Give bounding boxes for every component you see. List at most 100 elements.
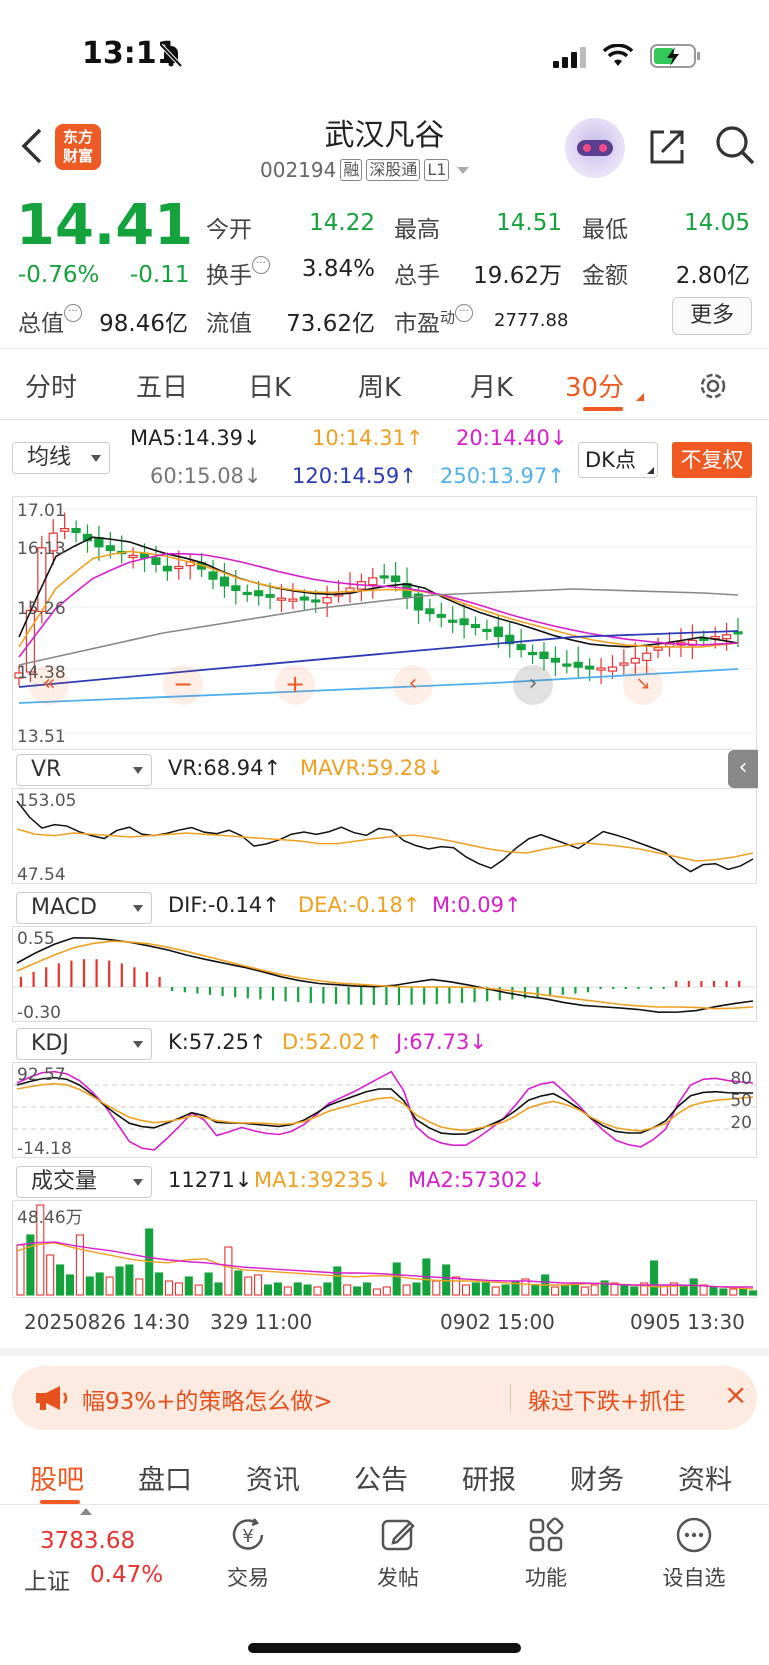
- nav-trade[interactable]: ¥ 交易: [188, 1515, 308, 1592]
- time-label: 0902 15:00: [440, 1310, 555, 1334]
- vol-ma1-value: MA1:39235↓: [254, 1168, 392, 1192]
- tab-guba[interactable]: 股吧: [30, 1458, 84, 1497]
- chevron-down-icon: [133, 1041, 143, 1048]
- tab-announcements[interactable]: 公告: [354, 1458, 408, 1497]
- info-dots-icon[interactable]: ···: [64, 304, 82, 322]
- tab-order-book[interactable]: 盘口: [138, 1458, 192, 1497]
- search-icon[interactable]: [714, 124, 756, 166]
- tab-news[interactable]: 资讯: [246, 1458, 300, 1497]
- candle-body: [436, 613, 446, 618]
- tab-profile[interactable]: 资料: [678, 1458, 732, 1497]
- divider: [510, 1384, 511, 1412]
- volume-bar: [412, 1282, 421, 1296]
- candle-body: [162, 565, 172, 572]
- divider: [0, 1504, 769, 1505]
- promo-banner[interactable]: 幅93%+的策略怎么做> 躲过下跌+抓住 ×: [12, 1366, 757, 1430]
- settings-gear-icon[interactable]: [696, 369, 730, 403]
- vr-select[interactable]: VR: [16, 754, 152, 786]
- ma-select[interactable]: 均线: [12, 442, 110, 474]
- kline-panel[interactable]: 17.01 16.13 15.26 14.38 13.51 « − + ‹ › …: [12, 496, 758, 751]
- level-tag: L1: [424, 159, 450, 181]
- volume-bar: [313, 1286, 322, 1296]
- time-label: 329 11:00: [210, 1310, 313, 1334]
- volume-bar: [560, 1284, 570, 1296]
- volume-bar: [184, 1276, 193, 1296]
- last-price: 14.41: [16, 193, 194, 258]
- kline-ylabel: 17.01: [17, 501, 66, 521]
- nav-add-watchlist[interactable]: 设自选: [634, 1515, 754, 1592]
- no-adjust-button[interactable]: 不复权: [672, 442, 752, 478]
- ma120-value: 120:14.59↑: [292, 464, 417, 488]
- index-value[interactable]: 3783.68: [40, 1528, 135, 1554]
- volume-bar: [56, 1264, 65, 1296]
- macd-select[interactable]: MACD: [16, 892, 152, 924]
- candle-body: [630, 657, 640, 664]
- volume-bar: [125, 1264, 134, 1296]
- index-name: 上证: [24, 1569, 70, 1595]
- j-line: [16, 1070, 754, 1151]
- volume-select[interactable]: 成交量: [16, 1166, 152, 1198]
- share-icon[interactable]: [648, 126, 688, 166]
- info-dots-icon[interactable]: ···: [252, 256, 270, 274]
- candle-body: [299, 596, 309, 601]
- dea-line: [16, 940, 754, 1010]
- tab-five-day[interactable]: 五日: [136, 367, 188, 404]
- candle-body: [94, 537, 104, 548]
- zoom-in-button[interactable]: +: [275, 665, 315, 705]
- volume-value: 19.62万: [473, 263, 562, 289]
- reset-button[interactable]: ↘: [623, 665, 663, 705]
- candle-body: [516, 644, 526, 651]
- more-button[interactable]: 更多: [672, 297, 752, 335]
- kdj-min: -14.18: [17, 1139, 72, 1159]
- macd-max: 0.55: [17, 929, 55, 949]
- candle-body: [459, 618, 469, 626]
- tab-research[interactable]: 研报: [462, 1458, 516, 1497]
- volume-bar: [709, 1286, 718, 1296]
- nav-post[interactable]: 发帖: [338, 1515, 458, 1592]
- j-value: J:67.73↓: [396, 1030, 487, 1054]
- candle-body: [105, 545, 115, 552]
- candle-body: [721, 634, 732, 640]
- zoom-out-button[interactable]: −: [163, 665, 203, 705]
- volume-bar: [402, 1284, 411, 1296]
- volume-panel: 48.46万: [12, 1200, 758, 1298]
- candle-body: [71, 527, 81, 534]
- low-label: 最低: [582, 217, 628, 243]
- pe-label: 市盈动 ···: [394, 304, 474, 338]
- mavr-value: MAVR:59.28↓: [300, 756, 445, 780]
- info-dots-icon[interactable]: ···: [455, 304, 474, 322]
- tab-finance[interactable]: 财务: [570, 1458, 624, 1497]
- expand-up-icon[interactable]: [80, 1508, 92, 1515]
- stock-code-row[interactable]: 002194 融 深股通 L1: [260, 158, 470, 182]
- volume-bar: [432, 1280, 441, 1296]
- assistant-robot-icon[interactable]: [565, 118, 625, 178]
- kdj-select[interactable]: KDJ: [16, 1028, 152, 1060]
- turnover-label: 换手 ···: [206, 256, 270, 290]
- volume-bar: [382, 1286, 391, 1296]
- scroll-left-fast-button[interactable]: «: [29, 665, 69, 705]
- banner-text: 躲过下跌+抓住: [528, 1389, 686, 1415]
- scroll-left-button[interactable]: ‹: [393, 665, 433, 705]
- tab-intraday[interactable]: 分时: [25, 367, 77, 404]
- tab-monthly-k[interactable]: 月K: [470, 367, 513, 404]
- dk-point-button[interactable]: DK点: [578, 442, 658, 478]
- volume-bar: [719, 1288, 728, 1296]
- wifi-icon: [603, 44, 633, 66]
- tab-30min[interactable]: 30分: [565, 367, 624, 404]
- candle-body: [265, 594, 275, 598]
- nav-functions[interactable]: 功能: [486, 1515, 606, 1592]
- macd-chart: [13, 936, 758, 1013]
- volume-bar: [75, 1234, 84, 1296]
- close-icon[interactable]: ×: [724, 1378, 747, 1411]
- macd-min: -0.30: [17, 1003, 61, 1023]
- candle-body: [539, 651, 549, 659]
- volume-bar: [16, 1244, 25, 1296]
- open-value: 14.22: [309, 210, 375, 236]
- dif-line: [16, 936, 754, 1013]
- tab-daily-k[interactable]: 日K: [248, 367, 291, 404]
- scroll-right-button[interactable]: ›: [513, 665, 553, 705]
- kline-chart[interactable]: [13, 497, 758, 751]
- tab-weekly-k[interactable]: 周K: [358, 367, 401, 404]
- volume-bar: [283, 1286, 292, 1296]
- collapse-panel-button[interactable]: ‹: [728, 750, 758, 788]
